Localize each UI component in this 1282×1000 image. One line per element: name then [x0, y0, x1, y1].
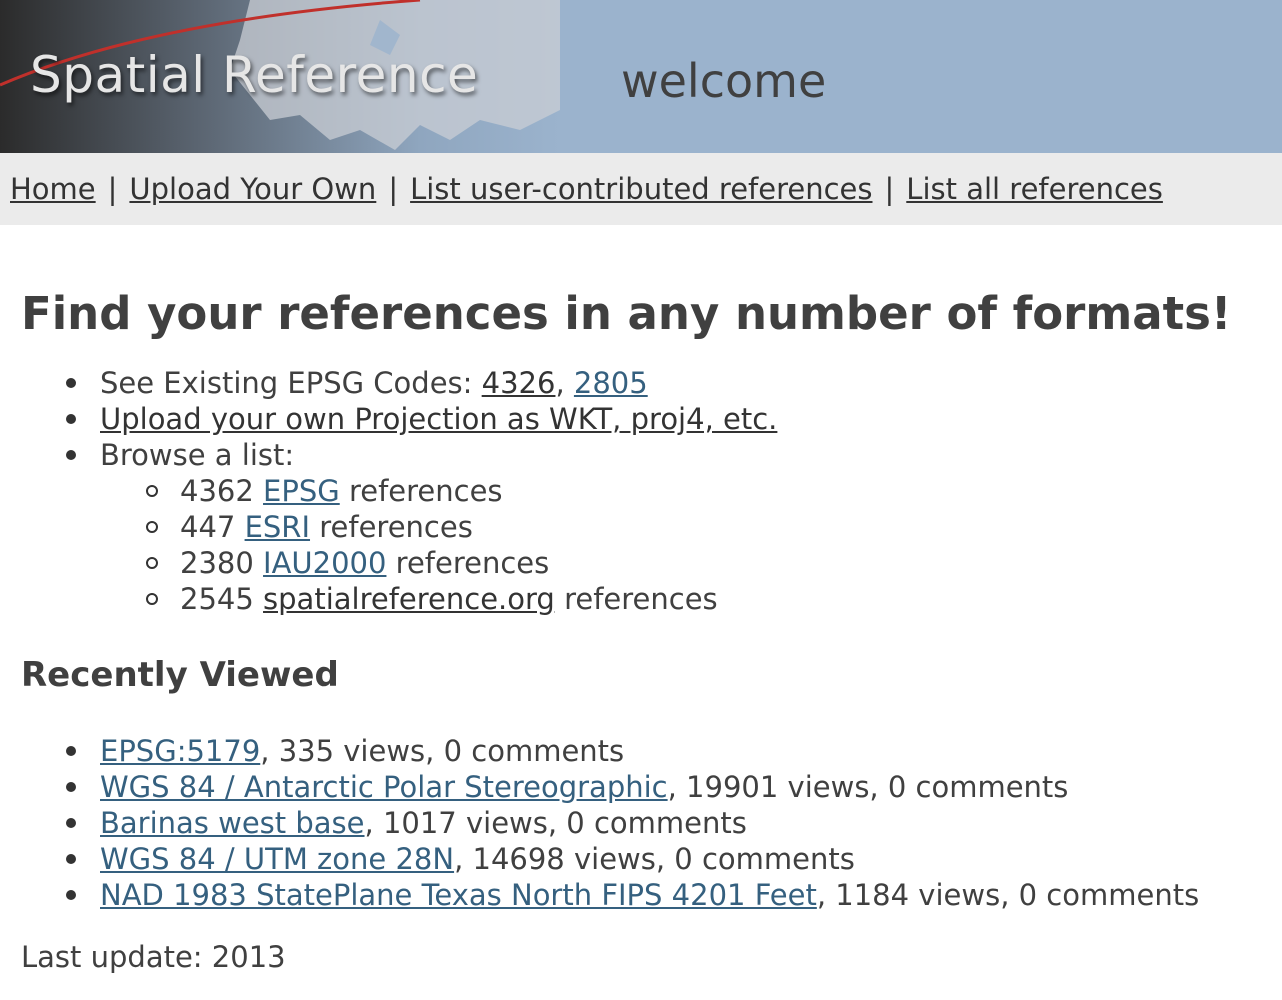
- welcome-text: welcome: [621, 54, 827, 108]
- nav-home-link[interactable]: Home: [10, 172, 96, 206]
- browse-list: 4362 EPSG references 447 ESRI references…: [21, 473, 1282, 617]
- list-item: WGS 84 / UTM zone 28N, 14698 views, 0 co…: [21, 841, 1282, 877]
- browse-count: 4362: [180, 474, 254, 508]
- browse-suffix: references: [319, 510, 473, 544]
- feature-list: See Existing EPSG Codes: 4326, 2805 Uplo…: [21, 365, 1282, 473]
- nav-separator: |: [884, 172, 895, 206]
- main-content: Find your references in any number of fo…: [0, 287, 1282, 975]
- last-update-text: Last update: 2013: [21, 940, 286, 974]
- recently-viewed-heading: Recently Viewed: [21, 655, 339, 695]
- list-item: EPSG:5179, 335 views, 0 comments: [21, 733, 1282, 769]
- browse-label: Browse a list:: [100, 438, 295, 472]
- browse-count: 2545: [180, 582, 254, 616]
- recent-stats: , 1017 views, 0 comments: [364, 806, 747, 840]
- browse-esri-link[interactable]: ESRI: [245, 510, 310, 544]
- browse-item-spatialreference: 2545 spatialreference.org references: [21, 581, 1282, 617]
- nav-separator: |: [107, 172, 118, 206]
- list-item: Browse a list:: [21, 437, 1282, 473]
- browse-item-esri: 447 ESRI references: [21, 509, 1282, 545]
- recent-link[interactable]: WGS 84 / Antarctic Polar Stereographic: [100, 770, 668, 804]
- list-item: See Existing EPSG Codes: 4326, 2805: [21, 365, 1282, 401]
- recent-stats: , 1184 views, 0 comments: [816, 878, 1200, 912]
- nav-upload-link[interactable]: Upload Your Own: [129, 172, 376, 206]
- existing-codes-label: See Existing EPSG Codes:: [100, 366, 482, 400]
- site-header: Spatial Reference welcome: [0, 0, 1282, 153]
- page-title: Find your references in any number of fo…: [21, 287, 1232, 340]
- nav-separator: |: [388, 172, 399, 206]
- recent-stats: , 335 views, 0 comments: [260, 734, 625, 768]
- recently-viewed-list: EPSG:5179, 335 views, 0 comments WGS 84 …: [21, 733, 1282, 913]
- browse-suffix: references: [564, 582, 718, 616]
- recent-link[interactable]: Barinas west base: [100, 806, 365, 840]
- epsg-4326-link[interactable]: 4326: [482, 366, 556, 400]
- recent-stats: , 19901 views, 0 comments: [667, 770, 1069, 804]
- nav-all-references-link[interactable]: List all references: [906, 172, 1163, 206]
- browse-count: 2380: [180, 546, 254, 580]
- browse-item-iau2000: 2380 IAU2000 references: [21, 545, 1282, 581]
- browse-iau2000-link[interactable]: IAU2000: [263, 546, 386, 580]
- comma-separator: ,: [555, 366, 574, 400]
- browse-suffix: references: [348, 474, 503, 508]
- recent-link[interactable]: NAD 1983 StatePlane Texas North FIPS 420…: [100, 878, 817, 912]
- list-item: WGS 84 / Antarctic Polar Stereographic, …: [21, 769, 1282, 805]
- browse-count: 447: [180, 510, 236, 544]
- epsg-2805-link[interactable]: 2805: [574, 366, 648, 400]
- recent-link[interactable]: EPSG:5179: [100, 734, 260, 768]
- browse-epsg-link[interactable]: EPSG: [263, 474, 340, 508]
- browse-spatialreference-link[interactable]: spatialreference.org: [263, 582, 555, 616]
- list-item: Upload your own Projection as WKT, proj4…: [21, 401, 1282, 437]
- browse-suffix: references: [395, 546, 550, 580]
- browse-item-epsg: 4362 EPSG references: [21, 473, 1282, 509]
- logo-text[interactable]: Spatial Reference: [30, 46, 478, 104]
- nav-bar: Home | Upload Your Own | List user-contribut…: [0, 153, 1282, 225]
- list-item: Barinas west base, 1017 views, 0 comment…: [21, 805, 1282, 841]
- recent-stats: , 14698 views, 0 comments: [454, 842, 855, 876]
- upload-projection-link[interactable]: Upload your own Projection as WKT, proj4…: [100, 402, 777, 436]
- nav-user-contributed-link[interactable]: List user-contributed references: [410, 172, 872, 206]
- recent-link[interactable]: WGS 84 / UTM zone 28N: [100, 842, 454, 876]
- list-item: NAD 1983 StatePlane Texas North FIPS 420…: [21, 877, 1282, 913]
